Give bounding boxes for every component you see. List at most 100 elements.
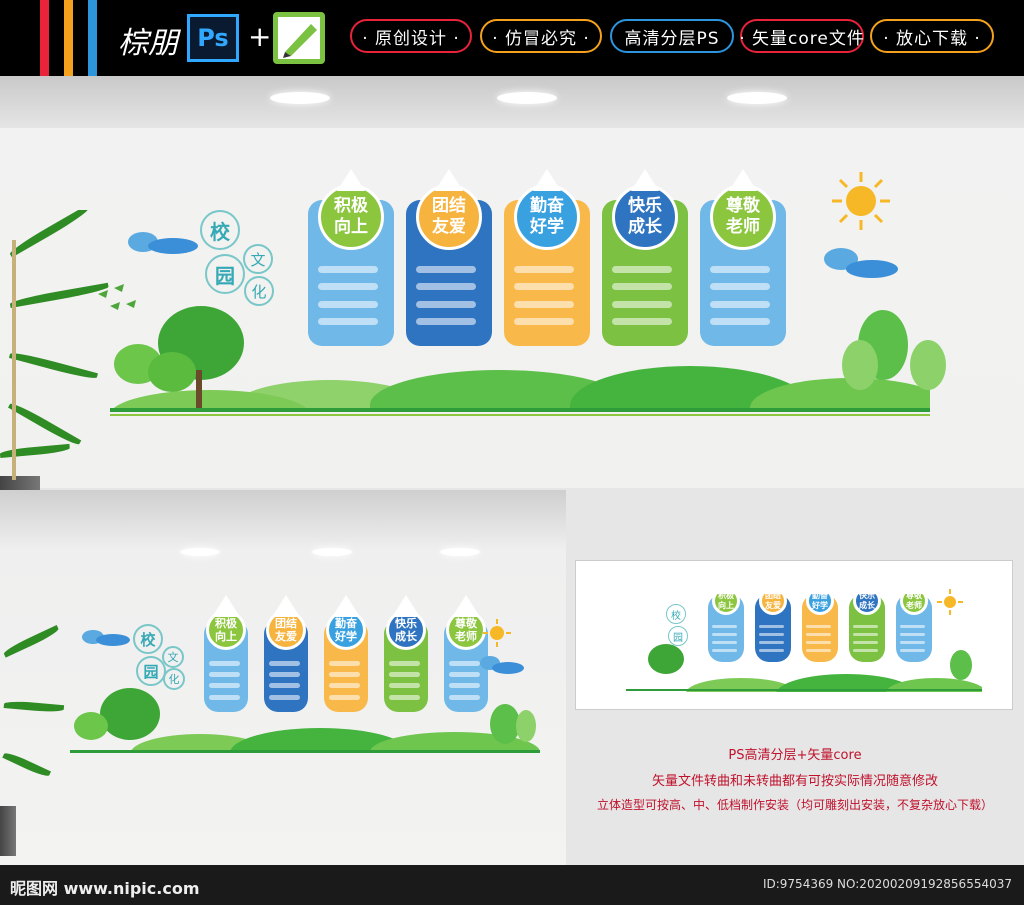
- cloud-icon: [82, 628, 130, 646]
- card-text-row: [318, 301, 378, 308]
- title-char: 校: [671, 610, 681, 622]
- card-title-drop: 团结 友爱: [759, 572, 787, 615]
- ceiling-light: [440, 548, 480, 556]
- cloud-icon: [824, 248, 900, 280]
- card-text-row: [209, 672, 240, 677]
- plant-pot: [0, 806, 16, 856]
- sun-icon: [937, 589, 963, 615]
- tree-trunk: [196, 370, 202, 408]
- cloud-icon: [128, 228, 198, 254]
- card-text-row: [329, 661, 360, 666]
- card-title-drop: 积极 向上: [318, 168, 384, 250]
- ground-line: [110, 408, 930, 412]
- card-text-row: [900, 641, 925, 644]
- ground-line: [70, 750, 540, 753]
- card-text-row: [449, 683, 480, 688]
- tag-hd-layers: 高清分层PS: [610, 19, 734, 53]
- card-text-row: [318, 318, 378, 325]
- card-text-row: [416, 318, 476, 325]
- image-id: ID:9754369 NO:20200209192856554037: [762, 877, 1012, 891]
- ceiling-light: [270, 92, 330, 104]
- coreldraw-logo: [273, 12, 325, 64]
- card-text-row: [900, 649, 925, 652]
- card-title-drop: 积极 向上: [206, 595, 246, 650]
- tree-icon: [648, 644, 684, 674]
- card-text-row: [449, 661, 480, 666]
- card-title-drop: 快乐 成长: [853, 572, 881, 615]
- card-text-row: [806, 649, 831, 652]
- card-text-row: [329, 672, 360, 677]
- ceiling-light: [497, 92, 557, 104]
- card-text-row: [759, 649, 784, 652]
- card-title-drop: 快乐 成长: [612, 168, 678, 250]
- card-text-row: [710, 318, 770, 325]
- card-text-row: [318, 266, 378, 273]
- card-text-row: [209, 661, 240, 666]
- card-text-row: [514, 283, 574, 290]
- card-text-row: [712, 641, 737, 644]
- stripe-red: [40, 0, 49, 76]
- card-title-drop: 勤奋 好学: [806, 572, 834, 615]
- card-text-row: [612, 301, 672, 308]
- tag-download: · 放心下载 ·: [870, 19, 994, 53]
- card-title-drop: 积极 向上: [712, 572, 740, 615]
- card-text-row: [389, 683, 420, 688]
- header-bar: 棕朋 Ps + · 原创设计 · · 仿冒必究 · 高清分层PS · 矢量cor…: [0, 0, 1024, 76]
- card-text-row: [612, 266, 672, 273]
- title-char-circle: 校: [200, 210, 240, 250]
- tag-copyright: · 仿冒必究 ·: [480, 19, 602, 53]
- stripe-orange: [64, 0, 73, 76]
- site-watermark: 昵图网 www.nipic.com: [10, 879, 200, 898]
- caption-line: 立体造型可按高、中、低档制作安装（均可雕刻出安装，不复杂放心下载）: [596, 798, 993, 812]
- ceiling-light: [312, 548, 352, 556]
- cloud-icon: [480, 656, 524, 674]
- card-text-row: [416, 301, 476, 308]
- card-title-drop: 团结 友爱: [266, 595, 306, 650]
- card-text-row: [269, 661, 300, 666]
- card-text-row: [612, 283, 672, 290]
- card-text-row: [416, 283, 476, 290]
- title-char: 园: [143, 662, 159, 681]
- title-char: 化: [168, 673, 180, 686]
- card-text-row: [900, 633, 925, 636]
- title-char-circle: 校: [666, 604, 686, 624]
- stripe-blue: [88, 0, 97, 76]
- card-text-row: [806, 633, 831, 636]
- title-char-circle: 文: [162, 646, 184, 668]
- card-text-row: [514, 318, 574, 325]
- card-text-row: [389, 661, 420, 666]
- tag-original: · 原创设计 ·: [350, 19, 472, 53]
- ground-line: [110, 414, 930, 416]
- title-char: 化: [251, 282, 267, 301]
- tree-icon: [74, 712, 108, 740]
- sun-icon: [832, 172, 890, 230]
- sun-icon: [483, 619, 511, 647]
- card-text-row: [806, 641, 831, 644]
- card-text-row: [209, 683, 240, 688]
- card-title-drop: 勤奋 好学: [326, 595, 366, 650]
- card-text-row: [318, 283, 378, 290]
- title-char: 园: [673, 632, 683, 644]
- title-char: 文: [250, 250, 266, 269]
- brand-signature: 棕朋: [118, 26, 178, 61]
- card-text-row: [389, 695, 420, 700]
- card-title-drop: 勤奋 好学: [514, 168, 580, 250]
- card-text-row: [900, 625, 925, 628]
- title-char-circle: 园: [136, 656, 166, 686]
- title-char: 校: [140, 630, 156, 649]
- tree-icon: [950, 650, 972, 680]
- ceiling-light: [727, 92, 787, 104]
- card-text-row: [612, 318, 672, 325]
- card-text-row: [209, 695, 240, 700]
- title-char: 园: [215, 263, 235, 288]
- title-char-circle: 化: [244, 276, 274, 306]
- card-text-row: [269, 695, 300, 700]
- card-title-drop: 快乐 成长: [386, 595, 426, 650]
- tag-vector: · 矢量core文件: [739, 19, 864, 53]
- title-char: 校: [210, 219, 230, 244]
- card-text-row: [712, 649, 737, 652]
- card-text-row: [269, 683, 300, 688]
- ceiling-light: [180, 548, 220, 556]
- card-title-drop: 尊敬 老师: [710, 168, 776, 250]
- card-text-row: [449, 672, 480, 677]
